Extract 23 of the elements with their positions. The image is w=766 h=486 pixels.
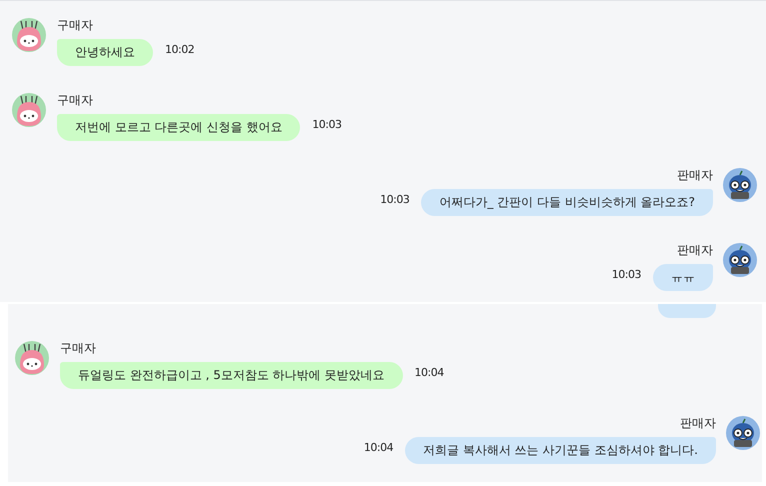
robot-avatar-icon (723, 243, 757, 277)
message-time: 10:04 (414, 366, 444, 379)
message-time: 10:03 (312, 118, 342, 131)
message-bubble: 어쩌다가_ 간판이 다들 비슷비슷하게 올라오죠? (421, 189, 713, 216)
sender-name: 구매자 (57, 92, 94, 108)
sender-name: 구매자 (60, 340, 97, 356)
sender-name: 구매자 (57, 17, 94, 33)
message-bubble: ㅠㅠ (653, 264, 713, 291)
robot-avatar-icon (723, 168, 757, 202)
message-bubble: 안녕하세요 (57, 39, 153, 66)
sender-name: 판매자 (677, 167, 713, 183)
sender-name: 판매자 (677, 242, 713, 258)
rabbit-avatar-icon (12, 93, 46, 127)
message-bubble: 듀얼링도 완전하급이고 , 5모저참도 하나밖에 못받았네요 (60, 362, 403, 389)
message-bubble: 저희글 복사해서 쓰는 사기꾼들 조심하셔야 합니다. (405, 437, 716, 464)
message-time: 10:02 (165, 43, 194, 56)
rabbit-avatar-icon (12, 18, 46, 52)
message-time: 10:04 (364, 441, 394, 454)
sender-name: 판매자 (680, 415, 716, 431)
message-time: 10:03 (612, 268, 641, 281)
message-time: 10:03 (380, 193, 410, 206)
message-bubble: 저번에 모르고 다른곳에 신청을 했어요 (57, 114, 300, 141)
rabbit-avatar-icon (15, 341, 49, 375)
